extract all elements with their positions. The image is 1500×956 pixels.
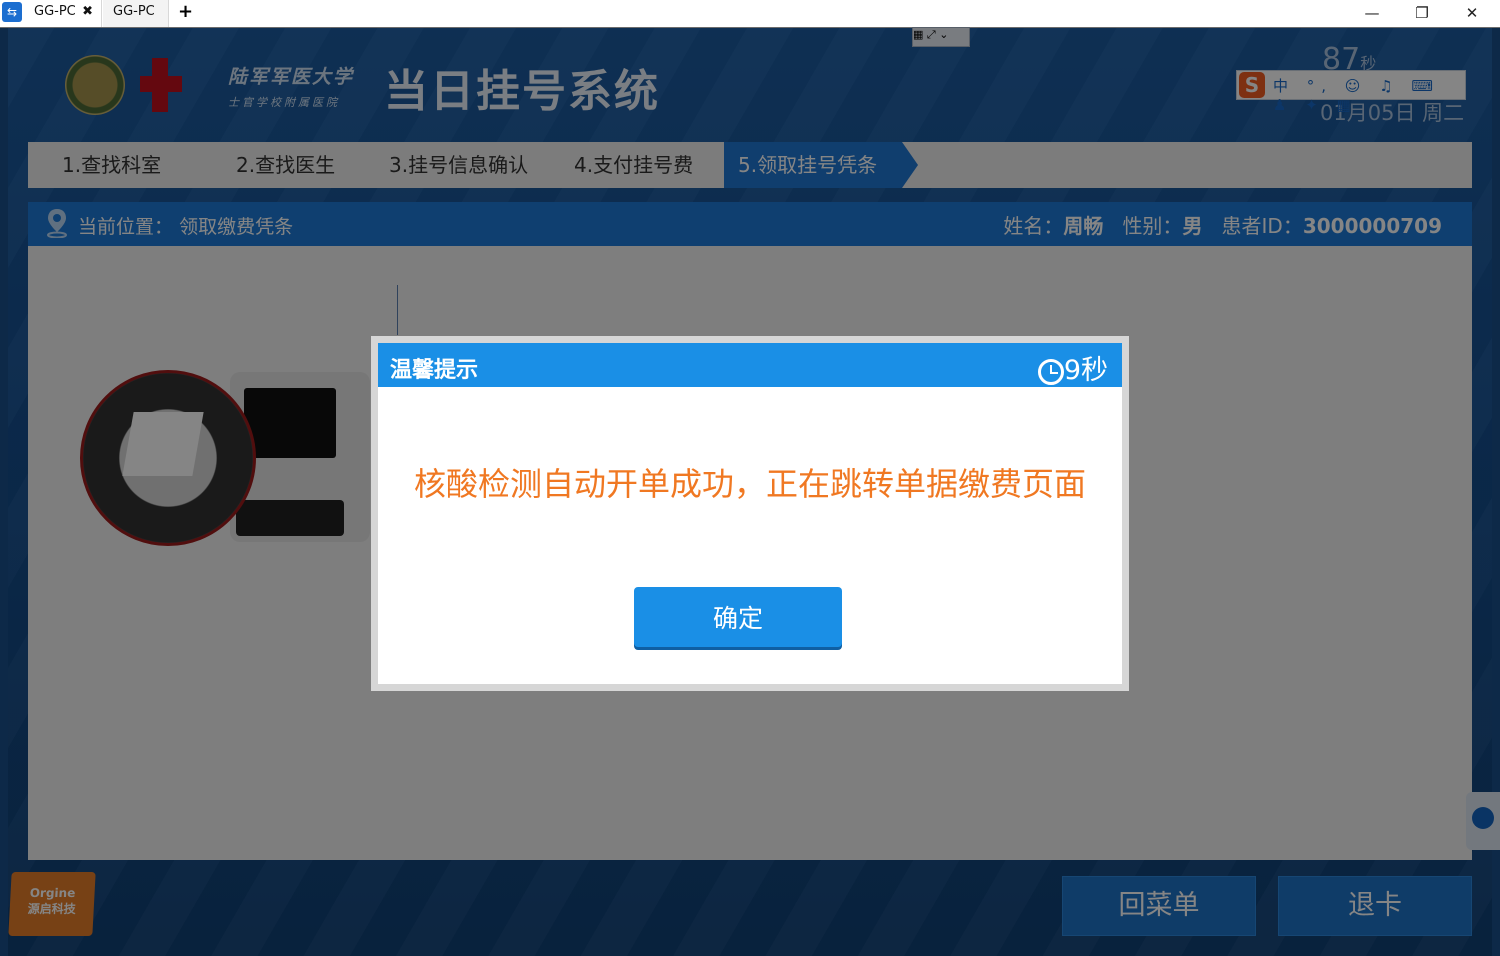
timer-value: 9秒 bbox=[1063, 355, 1108, 386]
tab-gg-pc-1[interactable]: GG-PC ✖ bbox=[24, 0, 102, 27]
tab-label: GG-PC bbox=[34, 4, 76, 19]
remote-app-icon: ⇆ bbox=[2, 2, 22, 22]
window-titlebar: ⇆ GG-PC ✖ GG-PC + — ❐ ✕ bbox=[0, 0, 1500, 28]
minimize-button[interactable]: — bbox=[1352, 0, 1392, 27]
close-window-button[interactable]: ✕ bbox=[1452, 0, 1492, 27]
add-tab-button[interactable]: + bbox=[178, 0, 193, 24]
dialog-timer: 9秒 bbox=[1037, 348, 1108, 387]
restore-button[interactable]: ❐ bbox=[1402, 0, 1442, 27]
confirm-button[interactable]: 确定 bbox=[634, 587, 842, 647]
alarm-clock-icon bbox=[1037, 358, 1064, 385]
dialog-body: 温馨提示 9秒 核酸检测自动开单成功，正在跳转单据缴费页面 确定 bbox=[378, 343, 1122, 684]
reminder-dialog: 温馨提示 9秒 核酸检测自动开单成功，正在跳转单据缴费页面 确定 bbox=[371, 336, 1129, 691]
dialog-title: 温馨提示 bbox=[390, 358, 479, 383]
dialog-message: 核酸检测自动开单成功，正在跳转单据缴费页面 bbox=[413, 465, 1086, 503]
tab-label: GG-PC bbox=[113, 4, 155, 19]
tab-gg-pc-2[interactable]: GG-PC bbox=[103, 0, 169, 27]
close-tab-icon[interactable]: ✖ bbox=[82, 0, 93, 24]
dialog-header: 温馨提示 9秒 bbox=[378, 343, 1122, 387]
